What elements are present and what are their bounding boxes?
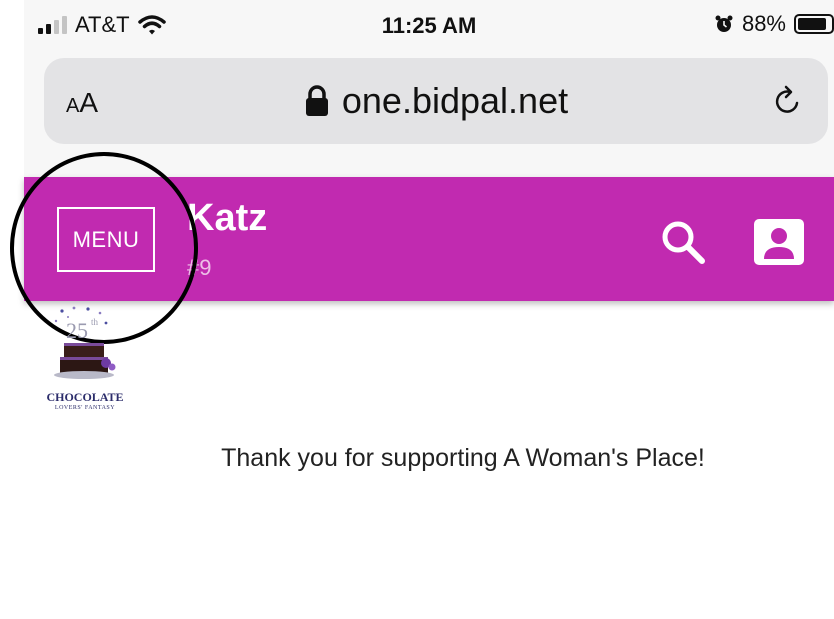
status-time: 11:25 AM	[381, 13, 477, 38]
event-logo: 25 th CHOCOLATE LOVERS' FANTASY	[40, 305, 130, 415]
lock-icon	[305, 85, 328, 116]
thank-you-message: Thank you for supporting A Woman's Place…	[221, 444, 705, 472]
status-bar: AT&T 11:25 AM 88%	[24, 0, 834, 52]
right-status-group: 88%	[714, 11, 834, 37]
alarm-icon	[715, 15, 733, 32]
header-title: Katz	[187, 197, 268, 239]
logo-number-suffix: th	[91, 317, 99, 327]
url-display[interactable]: one.bidpal.net	[44, 80, 828, 122]
logo-number: 25	[66, 318, 88, 343]
header-subtitle: #9	[187, 255, 212, 280]
logo-name: CHOCOLATE	[46, 390, 124, 404]
url-text: one.bidpal.net	[341, 80, 569, 121]
logo-tagline: LOVERS' FANTASY	[54, 405, 116, 411]
reload-icon[interactable]	[770, 83, 806, 119]
search-icon[interactable]	[658, 217, 708, 267]
logo-graphic: 25 th	[54, 306, 116, 379]
browser-toolbar: AA one.bidpal.net	[24, 52, 834, 178]
menu-button[interactable]: MENU	[57, 207, 155, 272]
battery-icon	[794, 14, 834, 34]
address-bar[interactable]: AA one.bidpal.net	[44, 58, 828, 144]
profile-icon[interactable]	[754, 219, 804, 265]
app-header: MENU Katz #9	[24, 177, 834, 301]
battery-percent: 88%	[741, 11, 786, 36]
battery-fill	[798, 18, 827, 30]
